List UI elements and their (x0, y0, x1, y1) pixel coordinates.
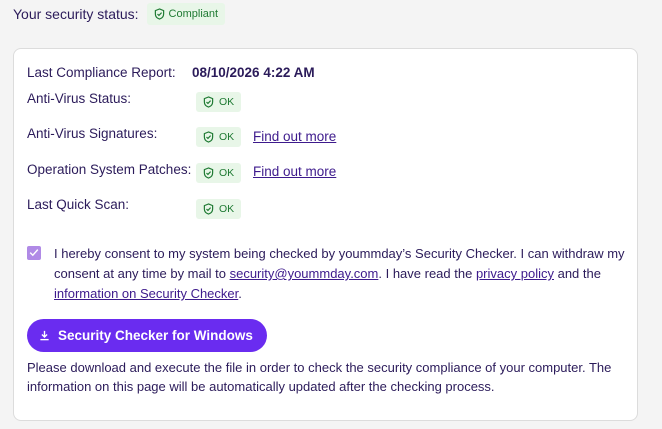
anti-virus-signatures-badge: OK (196, 127, 242, 147)
last-quick-scan-label: Last Quick Scan: (27, 197, 130, 212)
anti-virus-signatures-find-out-more-link[interactable]: Find out more (253, 129, 336, 144)
consent-text: I hereby consent to my system being chec… (54, 244, 629, 304)
security-email-link[interactable]: security@yoummday.com (230, 266, 379, 281)
security-status-row: Your security status: Compliant (13, 3, 226, 25)
shield-check-icon (203, 167, 214, 179)
download-security-checker-button[interactable]: Security Checker for Windows (27, 319, 267, 352)
shield-check-icon (203, 203, 214, 215)
last-quick-scan-badge: OK (196, 199, 242, 219)
download-icon (39, 330, 50, 341)
security-status-page: Your security status: Compliant Last Com… (0, 0, 662, 429)
compliant-badge: Compliant (146, 3, 226, 25)
shield-check-icon (203, 96, 214, 108)
shield-check-icon (154, 8, 165, 20)
privacy-policy-link[interactable]: privacy policy (476, 266, 554, 281)
consent-text-part-3: and the (553, 266, 601, 281)
os-patches-find-out-more-link[interactable]: Find out more (253, 164, 336, 179)
ok-badge-text: OK (219, 96, 235, 108)
os-patches-badge: OK (196, 163, 242, 183)
ok-badge-text: OK (219, 131, 235, 143)
download-button-label: Security Checker for Windows (58, 328, 253, 343)
security-status-label: Your security status: (13, 6, 139, 22)
os-patches-label: Operation System Patches: (27, 162, 192, 177)
download-instructions: Please download and execute the file in … (27, 360, 612, 394)
anti-virus-status-badge: OK (196, 92, 242, 112)
compliance-card: Last Compliance Report: 08/10/2026 4:22 … (13, 48, 638, 421)
shield-check-icon (203, 131, 214, 143)
consent-text-part-4: . (238, 286, 242, 301)
last-compliance-label: Last Compliance Report: (27, 65, 176, 80)
consent-text-part-2: . I have read the (378, 266, 476, 281)
last-compliance-value: 08/10/2026 4:22 AM (192, 65, 315, 80)
consent-checkbox[interactable] (27, 246, 41, 260)
compliant-badge-text: Compliant (168, 8, 219, 20)
ok-badge-text: OK (219, 203, 235, 215)
anti-virus-status-label: Anti-Virus Status: (27, 91, 132, 106)
checkmark-icon (29, 244, 39, 262)
ok-badge-text: OK (219, 167, 235, 179)
anti-virus-signatures-label: Anti-Virus Signatures: (27, 126, 158, 141)
security-checker-info-link[interactable]: information on Security Checker (54, 286, 238, 301)
